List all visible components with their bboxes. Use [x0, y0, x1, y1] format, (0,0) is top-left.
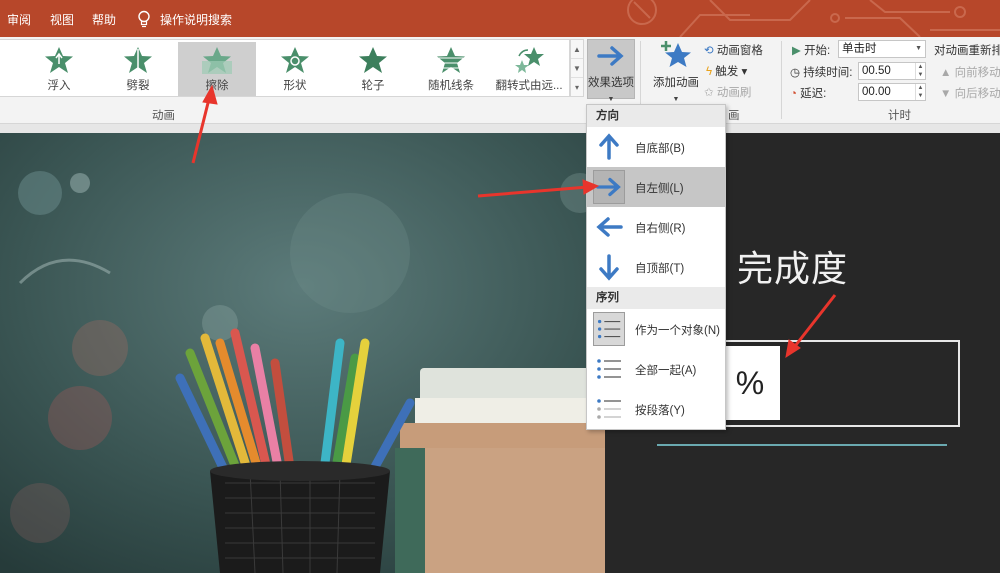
animation-painter-button[interactable]: ✩ 动画刷 [704, 84, 751, 100]
sequence-by-paragraph[interactable]: 按段落(Y) [587, 389, 725, 429]
delay-icon: ◔ [790, 88, 797, 100]
animation-pane-button[interactable]: ⟲ 动画窗格 [704, 42, 763, 58]
trigger-button[interactable]: ϟ 触发 ▾ [706, 63, 747, 79]
effect-options-menu: 方向 自底部(B) 自左侧(L) 自右侧(R) 自顶部(T) 序列 作为一个对象… [586, 104, 726, 430]
group-label-timing: 计时 [888, 110, 911, 122]
delay-spinner[interactable]: ▲ ▼ [915, 84, 925, 100]
star-icon [359, 47, 387, 73]
tab-view[interactable]: 视图 [50, 11, 74, 28]
anim-wheel[interactable]: 轮子 [334, 42, 412, 96]
star-icon [124, 47, 152, 73]
duration-field[interactable]: 00.50 ▲ ▼ [858, 62, 926, 80]
move-earlier-button[interactable]: ▲ 向前移动 [940, 64, 1000, 80]
effect-options-button[interactable]: 效果选项 ▼ [587, 39, 635, 103]
animation-pane-icon: ⟲ [704, 45, 714, 57]
add-animation-button[interactable]: 添加动画 ▼ [650, 39, 702, 103]
group-label-animation: 动画 [152, 110, 175, 122]
anim-random-bars[interactable]: 随机线条 [412, 42, 490, 96]
tell-me-search[interactable]: 操作说明搜索 [160, 11, 232, 28]
anim-float-in[interactable]: 浮入 [20, 42, 98, 96]
start-label: ▶ 开始: [792, 45, 831, 57]
move-later-button[interactable]: ▼ 向后移动 [940, 85, 1000, 101]
divider [781, 41, 782, 119]
duration-label: ◷ 持续时间: [790, 67, 853, 79]
triangle-down-icon: ▼ [940, 88, 952, 100]
direction-from-left[interactable]: 自左侧(L) [587, 167, 725, 207]
delay-field[interactable]: 00.00 ▲ ▼ [858, 83, 926, 101]
triangle-up-icon: ▲ [940, 67, 952, 79]
scroll-down-icon[interactable]: ▼ [571, 59, 583, 78]
anim-shape[interactable]: 形状 [256, 42, 334, 96]
direction-from-bottom[interactable]: 自底部(B) [587, 127, 725, 167]
arrow-down-icon [599, 254, 619, 281]
add-animation-star-icon [661, 41, 691, 67]
lightning-icon: ϟ [706, 66, 713, 78]
ribbon-tab-bar: 审阅 视图 帮助 操作说明搜索 [0, 0, 1000, 37]
tab-review[interactable]: 审阅 [7, 11, 31, 28]
arrow-up-icon [599, 133, 619, 160]
star-icon [45, 47, 73, 73]
animation-gallery: 浮入 劈裂 擦除 形状 轮子 随机线条 翻转式由远... [0, 39, 570, 97]
reorder-label: 对动画重新排 [934, 45, 1000, 57]
duration-spinner[interactable]: ▲ ▼ [915, 63, 925, 79]
anim-flip-from-far[interactable]: 翻转式由远... [490, 42, 568, 96]
star-icon [202, 47, 232, 74]
anim-wipe[interactable]: 擦除 [178, 42, 256, 96]
pencils-books-image [0, 133, 605, 573]
star-icon [281, 47, 309, 73]
star-icon [437, 47, 465, 73]
circuit-decoration [627, 0, 1000, 37]
gallery-more-icon[interactable]: ▾ [571, 78, 583, 97]
slide-title[interactable]: 完成度 [737, 240, 848, 292]
decorative-line [657, 444, 947, 446]
chevron-down-icon: ▼ [915, 45, 922, 52]
chevron-down-icon: ▼ [607, 96, 615, 103]
play-icon: ▶ [792, 45, 801, 57]
clock-icon: ◷ [790, 67, 801, 79]
group-label-advanced: 画 [728, 110, 740, 122]
arrow-right-icon [593, 170, 625, 204]
gallery-scrollbar[interactable]: ▲ ▼ ▾ [570, 39, 584, 97]
classroom-photo [0, 133, 605, 573]
arrow-left-icon [596, 217, 623, 237]
direction-from-top[interactable]: 自顶部(T) [587, 247, 725, 287]
scroll-up-icon[interactable]: ▲ [571, 40, 583, 59]
animations-ribbon: 浮入 劈裂 擦除 形状 轮子 随机线条 翻转式由远... ▲ ▼ ▾ 动画 效果… [0, 37, 1000, 124]
list-by-paragraph-icon [597, 399, 621, 419]
list-one-object-icon [593, 312, 625, 346]
sequence-as-one-object[interactable]: 作为一个对象(N) [587, 309, 725, 349]
sequence-all-at-once[interactable]: 全部一起(A) [587, 349, 725, 389]
anim-split[interactable]: 劈裂 [99, 42, 177, 96]
direction-from-right[interactable]: 自右侧(R) [587, 207, 725, 247]
chevron-down-icon: ▼ [672, 96, 680, 103]
painter-star-icon: ✩ [704, 87, 714, 99]
star-icon [515, 47, 544, 73]
arrow-right-icon [597, 46, 624, 66]
tab-help[interactable]: 帮助 [92, 11, 116, 28]
direction-header: 方向 [587, 105, 725, 127]
delay-label: ◔ 延迟: [790, 88, 827, 100]
start-dropdown[interactable]: 单击时 ▼ [838, 40, 926, 58]
lightbulb-icon [138, 10, 150, 28]
list-all-at-once-icon [597, 359, 621, 379]
sequence-header: 序列 [587, 287, 725, 309]
